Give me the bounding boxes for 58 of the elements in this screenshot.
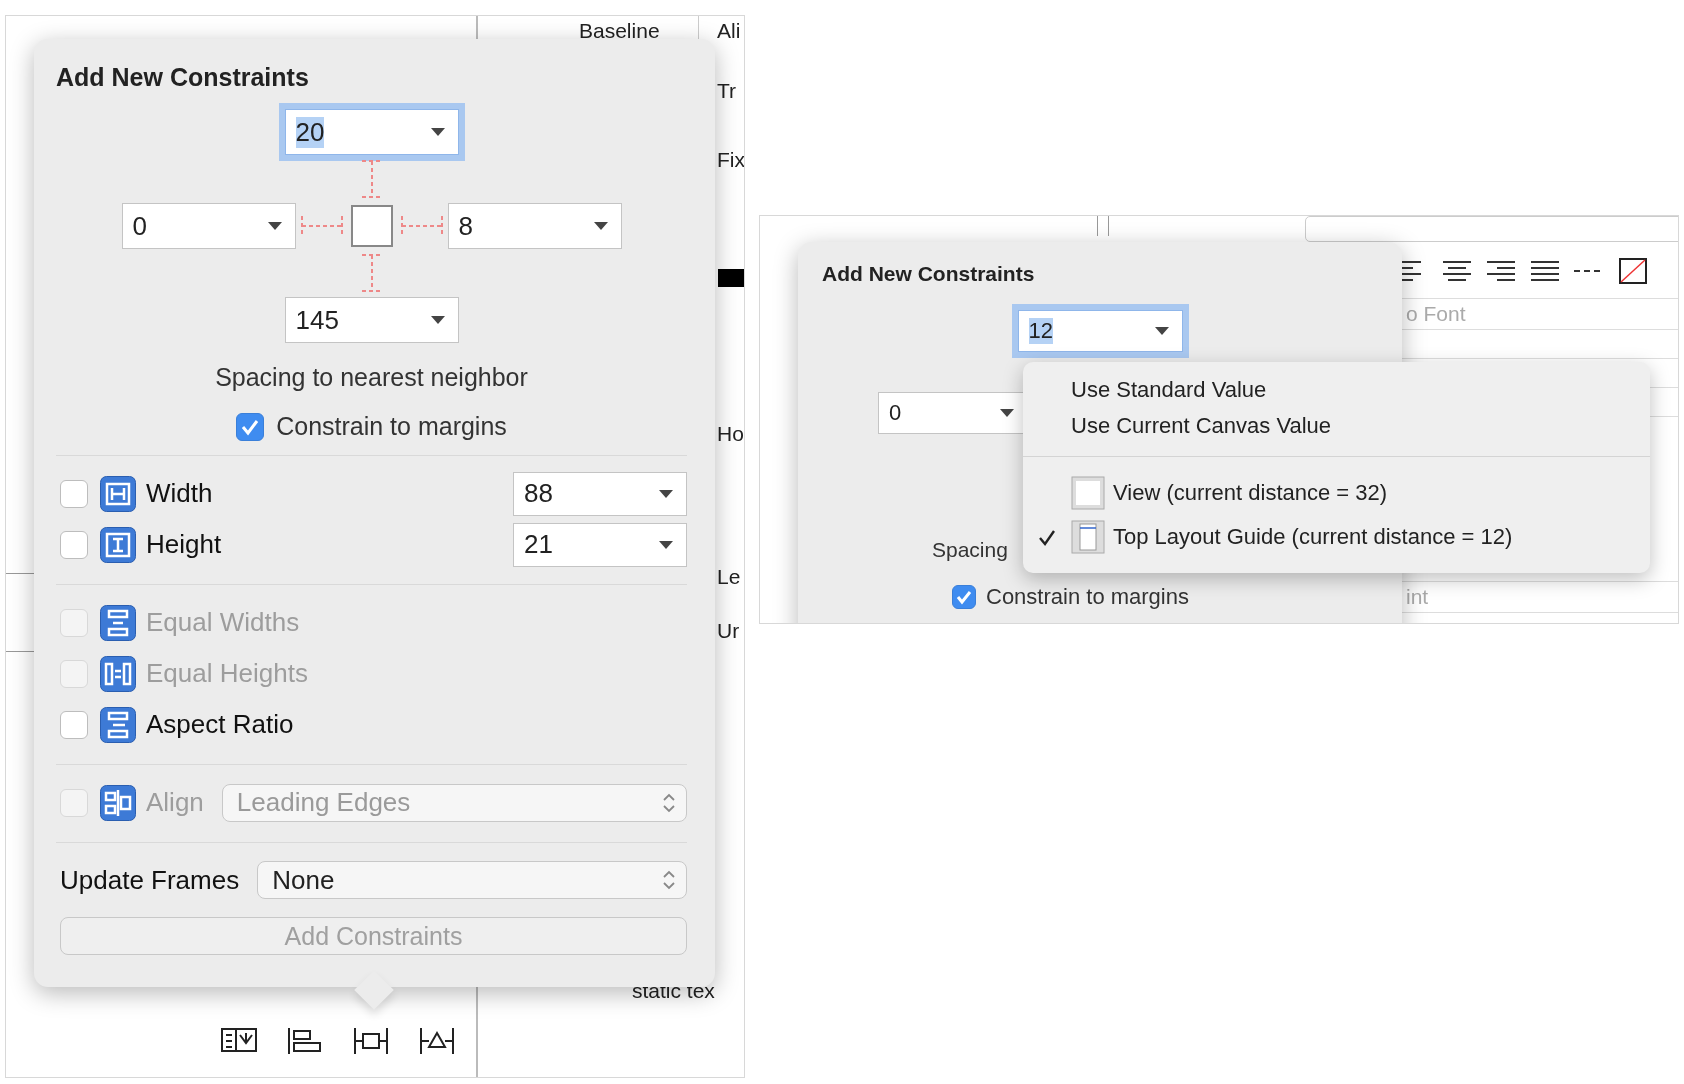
aspect-ratio-icon <box>100 706 136 743</box>
spacing-field[interactable]: 0 <box>121 203 296 249</box>
background-label: Ali <box>717 18 741 44</box>
row-label: Align <box>146 787 204 818</box>
checkbox[interactable] <box>60 479 88 508</box>
background-label: static tex <box>632 978 715 1004</box>
spacing-field[interactable]: 145 <box>284 297 459 343</box>
align-icon <box>100 784 136 821</box>
popover-title: Add New Constraints <box>822 261 1036 287</box>
background-label: Baseline <box>579 18 660 44</box>
background-label: Le <box>717 564 741 590</box>
checkbox[interactable] <box>236 412 265 441</box>
caret-icon <box>266 221 283 231</box>
stepper-icon <box>662 791 676 814</box>
background-label: Tr <box>717 78 737 104</box>
caret-icon <box>658 539 674 550</box>
row-label: Update Frames <box>60 864 240 896</box>
color-swatch <box>718 269 744 287</box>
row-label: Height <box>146 529 222 560</box>
background-label: Ho <box>717 421 744 447</box>
checkbox[interactable] <box>60 530 88 559</box>
caret-icon <box>592 221 609 231</box>
checkbox[interactable] <box>60 710 88 739</box>
row-label: Aspect Ratio <box>146 709 294 740</box>
row-label: Width <box>146 478 213 509</box>
pin-icon[interactable] <box>352 1025 390 1057</box>
popover-title: Add New Constraints <box>56 62 310 93</box>
caret-icon <box>1153 326 1170 336</box>
layout-guide-icon <box>1071 520 1105 554</box>
view-square <box>350 205 393 247</box>
height-icon <box>100 526 136 563</box>
stepper-icon <box>662 869 676 891</box>
view-icon <box>1071 476 1105 510</box>
caret-icon <box>658 488 674 499</box>
text-field[interactable] <box>1305 216 1678 242</box>
checkbox-label: Constrain to margins <box>276 412 507 441</box>
checkbox[interactable] <box>952 585 976 609</box>
equal-widths-icon <box>100 604 136 641</box>
value-field[interactable]: 21 <box>513 522 687 567</box>
align-icon[interactable] <box>286 1025 324 1057</box>
row-label: Equal Widths <box>146 607 300 638</box>
row-label: Equal Heights <box>146 658 308 689</box>
resolve-issues-icon[interactable] <box>418 1025 456 1057</box>
background-label: Ur <box>717 618 740 644</box>
caret-icon <box>999 408 1015 418</box>
menu-item[interactable]: Top Layout Guide (current distance = 12) <box>1023 515 1650 559</box>
caret-icon <box>429 315 446 325</box>
menu-item[interactable]: View (current distance = 32) <box>1023 471 1650 515</box>
checkbox-label: Constrain to margins <box>986 584 1189 610</box>
update-frames-popup[interactable]: None <box>257 861 687 899</box>
spacing-field[interactable]: 8 <box>447 203 622 249</box>
value-field[interactable]: 88 <box>513 471 687 516</box>
caption-text: Spacing to nearest neighbor <box>215 363 528 392</box>
caption-text: Spacing <box>932 538 1008 562</box>
equal-heights-icon <box>100 655 136 692</box>
background-label: Fix <box>717 147 744 173</box>
width-icon <box>100 475 136 512</box>
caret-icon <box>429 127 446 137</box>
